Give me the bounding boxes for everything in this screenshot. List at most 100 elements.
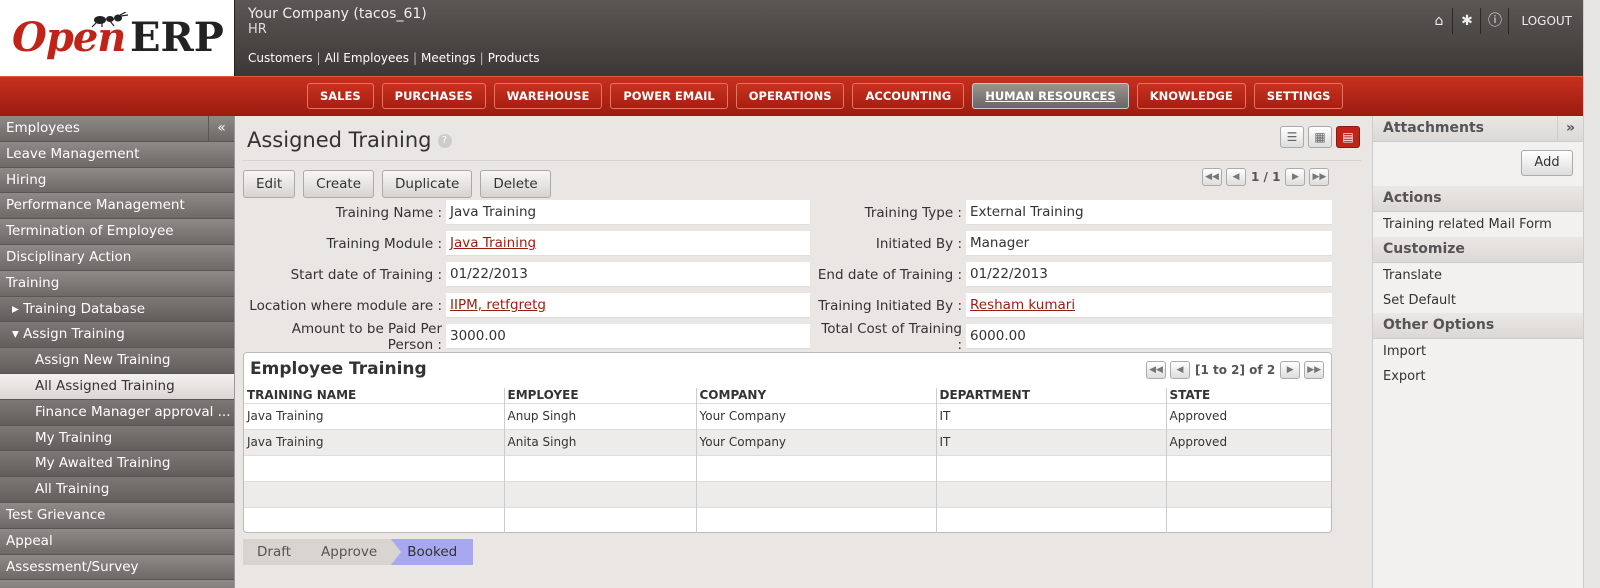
customize-translate[interactable]: Translate: [1373, 263, 1583, 288]
empty-cell: [696, 454, 937, 481]
separator: |: [479, 51, 484, 65]
sidebar-item-training-database[interactable]: ▸ Training Database: [0, 296, 234, 323]
status-bar: Draft Approve Booked: [243, 539, 474, 565]
end-date-value[interactable]: 01/22/2013: [966, 262, 1332, 287]
menu-warehouse[interactable]: WAREHOUSE: [493, 83, 603, 109]
cell-employee: Anita Singh: [504, 428, 697, 455]
company-info: Your Company (tacos_61) HR: [248, 6, 427, 38]
shortcut-all-employees[interactable]: All Employees: [325, 51, 409, 65]
customize-set-default[interactable]: Set Default: [1373, 288, 1583, 313]
menu-accounting[interactable]: ACCOUNTING: [852, 83, 965, 109]
column-header-employee[interactable]: EMPLOYEE: [504, 388, 697, 403]
sidebar-item-leave-management[interactable]: Leave Management: [0, 141, 234, 168]
sidebar-item-my-training[interactable]: My Training: [0, 425, 234, 452]
column-header-training-name[interactable]: TRAINING NAME: [244, 388, 505, 403]
column-header-department[interactable]: DEPARTMENT: [936, 388, 1167, 403]
shortcut-customers[interactable]: Customers: [248, 51, 313, 65]
sidebar-item-all-assigned-training[interactable]: All Assigned Training: [0, 373, 234, 400]
sidebar-item-assign-new-training[interactable]: Assign New Training: [0, 348, 234, 374]
window-scrollbar[interactable]: [1583, 0, 1600, 588]
logo-erp-text: ERP: [130, 14, 224, 61]
next-record-icon[interactable]: ▶: [1285, 168, 1306, 186]
collapse-sidebar-icon[interactable]: «: [208, 116, 234, 141]
last-record-icon[interactable]: ▶▶: [1309, 168, 1330, 186]
training-name-value[interactable]: Java Training: [446, 200, 810, 225]
sidebar-item-assessment-survey[interactable]: Assessment/Survey: [0, 554, 234, 581]
first-record-icon[interactable]: ◀◀: [1202, 168, 1222, 186]
training-type-value[interactable]: External Training: [966, 200, 1332, 225]
sidebar-item-my-awaited-training[interactable]: My Awaited Training: [0, 451, 234, 478]
form-view-icon[interactable]: ▤: [1336, 126, 1360, 148]
menu-settings[interactable]: SETTINGS: [1253, 83, 1344, 109]
training-initiated-by-link[interactable]: Resham kumari: [970, 297, 1075, 313]
first-page-icon[interactable]: ◀◀: [1146, 361, 1166, 379]
table-pager: ◀◀ ◀ [1 to 2] of 2 ▶ ▶▶: [1144, 361, 1326, 379]
menu-operations[interactable]: OPERATIONS: [735, 83, 845, 109]
employee-training-title: Employee Training: [250, 359, 427, 379]
sidebar-item-training[interactable]: Training: [0, 270, 234, 297]
sidebar-item-performance-management[interactable]: Performance Management: [0, 193, 234, 220]
table-row[interactable]: Java Training Anita Singh Your Company I…: [244, 428, 1331, 455]
start-date-value[interactable]: 01/22/2013: [446, 262, 810, 287]
last-page-icon[interactable]: ▶▶: [1304, 361, 1325, 379]
next-page-icon[interactable]: ▶: [1280, 361, 1301, 379]
sidebar-item-disciplinary-action[interactable]: Disciplinary Action: [0, 244, 234, 271]
add-attachment-button[interactable]: Add: [1521, 150, 1573, 176]
amount-per-person-value[interactable]: 3000.00: [446, 324, 810, 349]
cell-company: Your Company: [696, 402, 937, 429]
menu-purchases[interactable]: PURCHASES: [381, 83, 486, 109]
cell-training-name: Java Training: [244, 428, 505, 455]
shortcut-meetings[interactable]: Meetings: [421, 51, 476, 65]
sidebar-item-assign-training[interactable]: ▾ Assign Training: [0, 322, 234, 349]
status-approve: Approve: [305, 539, 402, 565]
other-import[interactable]: Import: [1373, 339, 1583, 364]
menu-sales[interactable]: SALES: [307, 83, 374, 109]
sidebar-item-finance-manager-approval[interactable]: Finance Manager approval ...: [0, 399, 234, 426]
empty-cell: [936, 454, 1167, 481]
field-label: Training Name :: [335, 204, 442, 221]
column-header-state[interactable]: STATE: [1166, 388, 1331, 403]
previous-page-icon[interactable]: ◀: [1170, 361, 1190, 379]
sidebar-item-more[interactable]: [0, 580, 234, 588]
menu-knowledge[interactable]: KNOWLEDGE: [1136, 83, 1246, 109]
create-button[interactable]: Create: [303, 170, 375, 198]
info-icon[interactable]: ⓘ: [1481, 8, 1510, 34]
sidebar-item-test-grievance[interactable]: Test Grievance: [0, 502, 234, 529]
sidebar-item-all-training[interactable]: All Training: [0, 477, 234, 503]
toggle-sidebar-icon[interactable]: »: [1557, 116, 1583, 141]
location-value[interactable]: IIPM, retfgretg: [446, 293, 810, 318]
column-header-company[interactable]: COMPANY: [696, 388, 937, 403]
other-export[interactable]: Export: [1373, 364, 1583, 389]
other-options-header: Other Options: [1373, 313, 1583, 339]
table-row[interactable]: Java Training Anup Singh Your Company IT…: [244, 402, 1331, 429]
training-module-link[interactable]: Java Training: [450, 235, 536, 251]
field-label: Start date of Training :: [290, 266, 442, 283]
location-link[interactable]: IIPM, retfgretg: [450, 297, 546, 313]
initiated-by-value[interactable]: Manager: [966, 231, 1332, 256]
empty-cell: [244, 506, 505, 533]
sidebar-item-employees[interactable]: Employees «: [0, 116, 234, 142]
logout-link[interactable]: LOGOUT: [1509, 14, 1572, 28]
action-training-mail-form[interactable]: Training related Mail Form: [1373, 212, 1583, 237]
delete-button[interactable]: Delete: [480, 170, 551, 198]
training-module-value[interactable]: Java Training: [446, 231, 810, 256]
pager-text: 1 / 1: [1251, 170, 1281, 184]
previous-record-icon[interactable]: ◀: [1226, 168, 1246, 186]
openerp-logo[interactable]: Open ERP: [0, 0, 235, 76]
training-initiated-by-value[interactable]: Resham kumari: [966, 293, 1332, 318]
empty-cell: [1166, 480, 1331, 507]
menu-human-resources[interactable]: HUMAN RESOURCES: [972, 83, 1129, 109]
duplicate-button[interactable]: Duplicate: [382, 170, 473, 198]
edit-button[interactable]: Edit: [243, 170, 296, 198]
shortcut-products[interactable]: Products: [488, 51, 540, 65]
sidebar-item-hiring[interactable]: Hiring: [0, 167, 234, 194]
list-view-icon[interactable]: ☰: [1280, 126, 1304, 148]
sidebar-item-termination[interactable]: Termination of Employee: [0, 219, 234, 245]
total-cost-value[interactable]: 6000.00: [966, 324, 1332, 349]
gear-icon[interactable]: ✱: [1453, 8, 1482, 34]
sidebar-item-appeal[interactable]: Appeal: [0, 528, 234, 555]
menu-power-email[interactable]: POWER EMAIL: [610, 83, 728, 109]
home-icon[interactable]: ⌂: [1425, 8, 1454, 34]
calendar-view-icon[interactable]: ▦: [1308, 126, 1332, 148]
help-icon[interactable]: ?: [437, 134, 452, 148]
